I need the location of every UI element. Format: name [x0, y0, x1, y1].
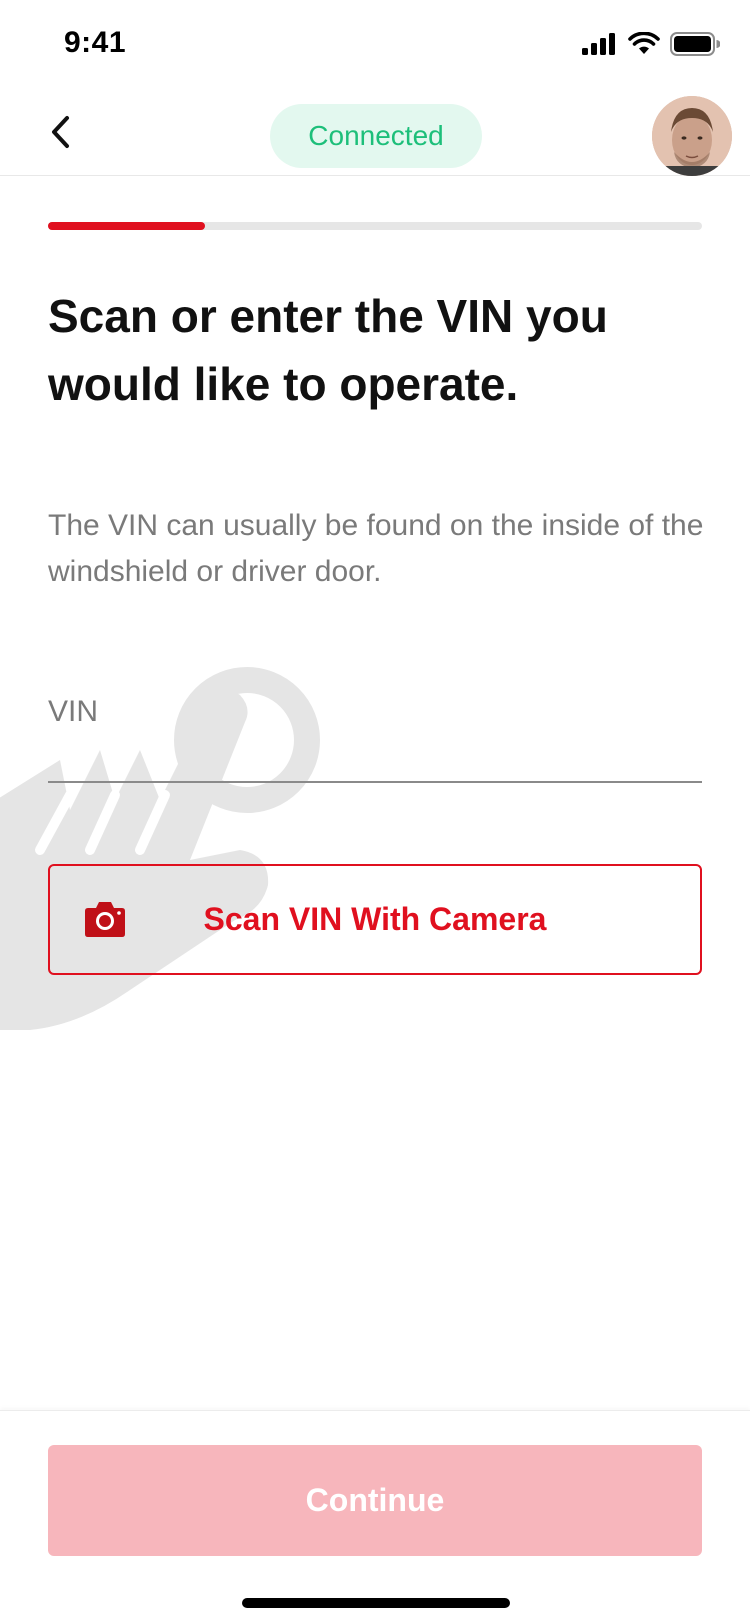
page-title: Scan or enter the VIN you would like to … [48, 290, 608, 410]
scan-vin-camera-label: Scan VIN With Camera [203, 901, 547, 937]
vin-field-label: VIN [48, 695, 99, 728]
bottom-action-panel: Continue [0, 1410, 750, 1624]
status-bar: 9:41 [0, 0, 750, 92]
back-button[interactable] [38, 110, 82, 154]
vin-field[interactable]: VIN [48, 685, 702, 783]
scan-vin-camera-button[interactable]: Scan VIN With Camera [48, 864, 702, 975]
progress-bar-fill [48, 222, 205, 230]
signal-icon [582, 33, 615, 55]
avatar[interactable] [652, 96, 732, 176]
vin-input[interactable] [48, 735, 702, 775]
status-time: 9:41 [64, 26, 127, 59]
wifi-icon [628, 32, 660, 54]
continue-button[interactable]: Continue [48, 1445, 702, 1556]
avatar-image [652, 96, 732, 176]
battery-icon [670, 32, 720, 56]
chevron-left-icon [52, 116, 69, 148]
progress-bar [48, 222, 702, 230]
home-indicator [242, 1598, 510, 1608]
nav-bar: Connected [0, 92, 750, 176]
status-icons [582, 32, 720, 56]
connection-status-badge: Connected [270, 104, 482, 168]
vin-hint-text: The VIN can usually be found on the insi… [48, 509, 704, 588]
